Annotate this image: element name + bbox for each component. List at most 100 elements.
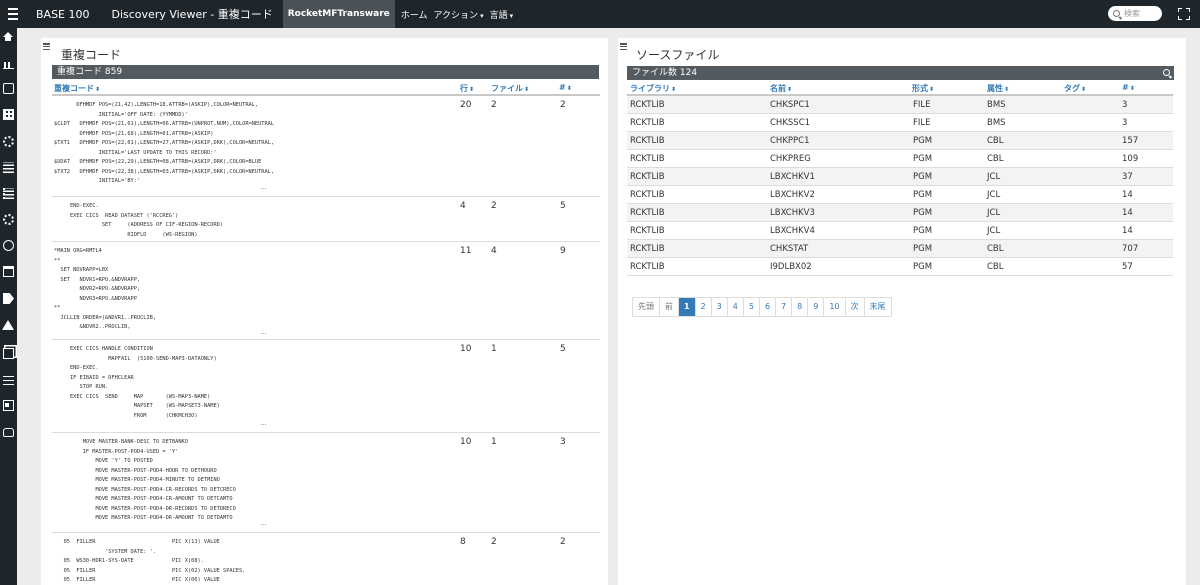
page-button[interactable]: 次 — [846, 298, 865, 316]
square-icon[interactable] — [3, 83, 14, 94]
nav-item-rocketmftransware[interactable]: RocketMFTransware — [282, 0, 395, 28]
search-input[interactable]: 検索 — [1108, 6, 1162, 21]
more-ellipsis[interactable]: ... — [260, 519, 267, 527]
table-row[interactable]: *MAIN ORG=RMTL4 ** SET NDVRAPP=LBX SET N… — [52, 242, 600, 340]
name-cell: LBXCHKV1 — [770, 172, 815, 182]
page-button[interactable]: 1 — [679, 298, 696, 316]
column-header-files[interactable]: ファイル⬍ — [491, 83, 529, 94]
fullscreen-icon[interactable] — [1178, 8, 1190, 20]
page-button[interactable]: 7 — [776, 298, 793, 316]
column-header-tag[interactable]: タグ⬍ — [1064, 83, 1086, 94]
table-row[interactable]: RCKTLIB CHKSTAT PGM CBL 707 — [627, 240, 1173, 258]
brand-label[interactable]: BASE 100 — [36, 8, 90, 21]
table-row[interactable]: DFHMDF POS=(21,42),LENGTH=18,ATTRB=(ASKI… — [52, 96, 600, 197]
file-count-bar: ファイル数 124 — [627, 66, 1174, 80]
lines-value: 8 — [460, 537, 466, 547]
table-row[interactable]: RCKTLIB CHKPREG PGM CBL 109 — [627, 150, 1173, 168]
table-row[interactable]: RCKTLIB LBXCHKV3 PGM JCL 14 — [627, 204, 1173, 222]
sort-icon: ⬍ — [95, 86, 101, 93]
lines-value: 4 — [460, 201, 466, 211]
panel-menu-icon[interactable] — [43, 43, 50, 50]
column-header-code[interactable]: 重複コード⬍ — [54, 83, 100, 94]
library-cell: RCKTLIB — [630, 190, 665, 200]
header-code-label: 重複コード — [54, 84, 94, 93]
page-button[interactable]: 10 — [824, 298, 846, 316]
more-ellipsis[interactable]: ... — [260, 419, 267, 427]
table-row[interactable]: RCKTLIB CHKPPC1 PGM CBL 157 — [627, 132, 1173, 150]
list-icon[interactable] — [3, 162, 14, 173]
more-ellipsis[interactable]: ... — [260, 183, 267, 191]
page-button[interactable]: 4 — [728, 298, 744, 316]
count-value: 5 — [560, 201, 566, 211]
more-ellipsis[interactable]: ... — [260, 328, 267, 336]
table-row[interactable]: EXEC CICS HANDLE CONDITION MAPFAIL (5100… — [52, 340, 600, 433]
table-row[interactable]: RCKTLIB LBXCHKV2 PGM JCL 14 — [627, 186, 1173, 204]
files-value: 1 — [491, 437, 497, 447]
search-icon[interactable] — [1163, 69, 1170, 76]
search-icon — [1113, 10, 1120, 17]
tag-icon[interactable] — [3, 293, 14, 304]
table-row[interactable]: 05 FILLER PIC X(13) VALUE 'SYSTEM DATE: … — [52, 533, 600, 585]
table-row[interactable]: RCKTLIB LBXCHKV4 PGM JCL 14 — [627, 222, 1173, 240]
circle-icon[interactable] — [3, 240, 14, 251]
count-cell: 14 — [1122, 190, 1133, 200]
library-cell: RCKTLIB — [630, 100, 665, 110]
panel-menu-icon[interactable] — [620, 43, 627, 50]
table-icon[interactable] — [3, 109, 14, 120]
hamburger-menu-icon[interactable] — [4, 0, 22, 28]
page-button[interactable]: 先頭 — [633, 298, 660, 316]
pagination: 先頭前 1 2 3 4 5 6 7 8 9 10 次末尾 — [632, 297, 892, 317]
attribute-cell: CBL — [987, 262, 1004, 272]
column-header-count[interactable]: #⬍ — [1122, 83, 1135, 92]
page-button[interactable]: 末尾 — [865, 298, 891, 316]
name-cell: CHKPPC1 — [770, 136, 810, 146]
table-row[interactable]: RCKTLIB CHKSPC1 FILE BMS 3 — [627, 96, 1173, 114]
sliders-icon[interactable] — [3, 374, 14, 385]
count-cell: 157 — [1122, 136, 1139, 146]
table-row[interactable]: MOVE MASTER-BANK-DESC TO DETBANKO IF MAS… — [52, 433, 600, 533]
id-card-icon[interactable] — [3, 400, 14, 411]
warning-icon[interactable] — [2, 320, 14, 330]
list-icon[interactable] — [3, 188, 14, 199]
page-button[interactable]: 前 — [660, 298, 679, 316]
settings-icon[interactable] — [3, 136, 14, 147]
page-button[interactable]: 5 — [744, 298, 760, 316]
attribute-cell: CBL — [987, 244, 1004, 254]
calendar-icon[interactable] — [3, 266, 14, 277]
page-button[interactable]: 3 — [712, 298, 728, 316]
nav-language-label: 言語 — [489, 10, 508, 21]
lock-icon[interactable] — [3, 428, 14, 437]
table-row[interactable]: END-EXEC. EXEC CICS READ DATASET ('RCCRE… — [52, 197, 600, 242]
column-header-attribute[interactable]: 属性⬍ — [987, 83, 1009, 94]
attribute-cell: CBL — [987, 154, 1004, 164]
table-row[interactable]: RCKTLIB LBXCHKV1 PGM JCL 37 — [627, 168, 1173, 186]
count-cell: 14 — [1122, 208, 1133, 218]
page-button[interactable]: 8 — [792, 298, 809, 316]
name-cell: CHKSPC1 — [770, 100, 810, 110]
name-cell: CHKPREG — [770, 154, 811, 164]
table-row[interactable]: RCKTLIB CHKSSC1 FILE BMS 3 — [627, 114, 1173, 132]
column-header-format[interactable]: 形式⬍ — [912, 83, 934, 94]
bar-chart-icon[interactable] — [3, 58, 14, 69]
nav-item-home[interactable]: ホーム — [401, 8, 428, 21]
table-row[interactable]: RCKTLIB I9DLBX02 PGM CBL 57 — [627, 258, 1173, 276]
column-header-library[interactable]: ライブラリ⬍ — [630, 83, 676, 94]
format-cell: PGM — [913, 136, 933, 146]
panel-title: ソースファイル — [636, 48, 720, 62]
column-header-count[interactable]: #⬍ — [559, 83, 572, 92]
sort-icon: ⬍ — [469, 86, 475, 93]
nav-item-actions[interactable]: アクション ▾ — [434, 8, 484, 21]
page-button[interactable]: 2 — [696, 298, 712, 316]
attribute-cell: BMS — [987, 118, 1006, 128]
page-button[interactable]: 9 — [808, 298, 825, 316]
attribute-cell: JCL — [987, 172, 1001, 182]
home-icon[interactable] — [3, 32, 13, 41]
nav-item-language[interactable]: 言語 ▾ — [490, 8, 514, 21]
app-title: Discovery Viewer - 重複コード — [111, 8, 273, 21]
share-icon[interactable] — [3, 214, 14, 225]
copy-icon[interactable] — [3, 348, 14, 359]
column-header-lines[interactable]: 行⬍ — [460, 83, 474, 94]
page-button[interactable]: 6 — [760, 298, 777, 316]
column-header-name[interactable]: 名前⬍ — [770, 83, 792, 94]
code-snippet: DFHMDF POS=(21,42),LENGTH=18,ATTRB=(ASKI… — [54, 102, 275, 184]
